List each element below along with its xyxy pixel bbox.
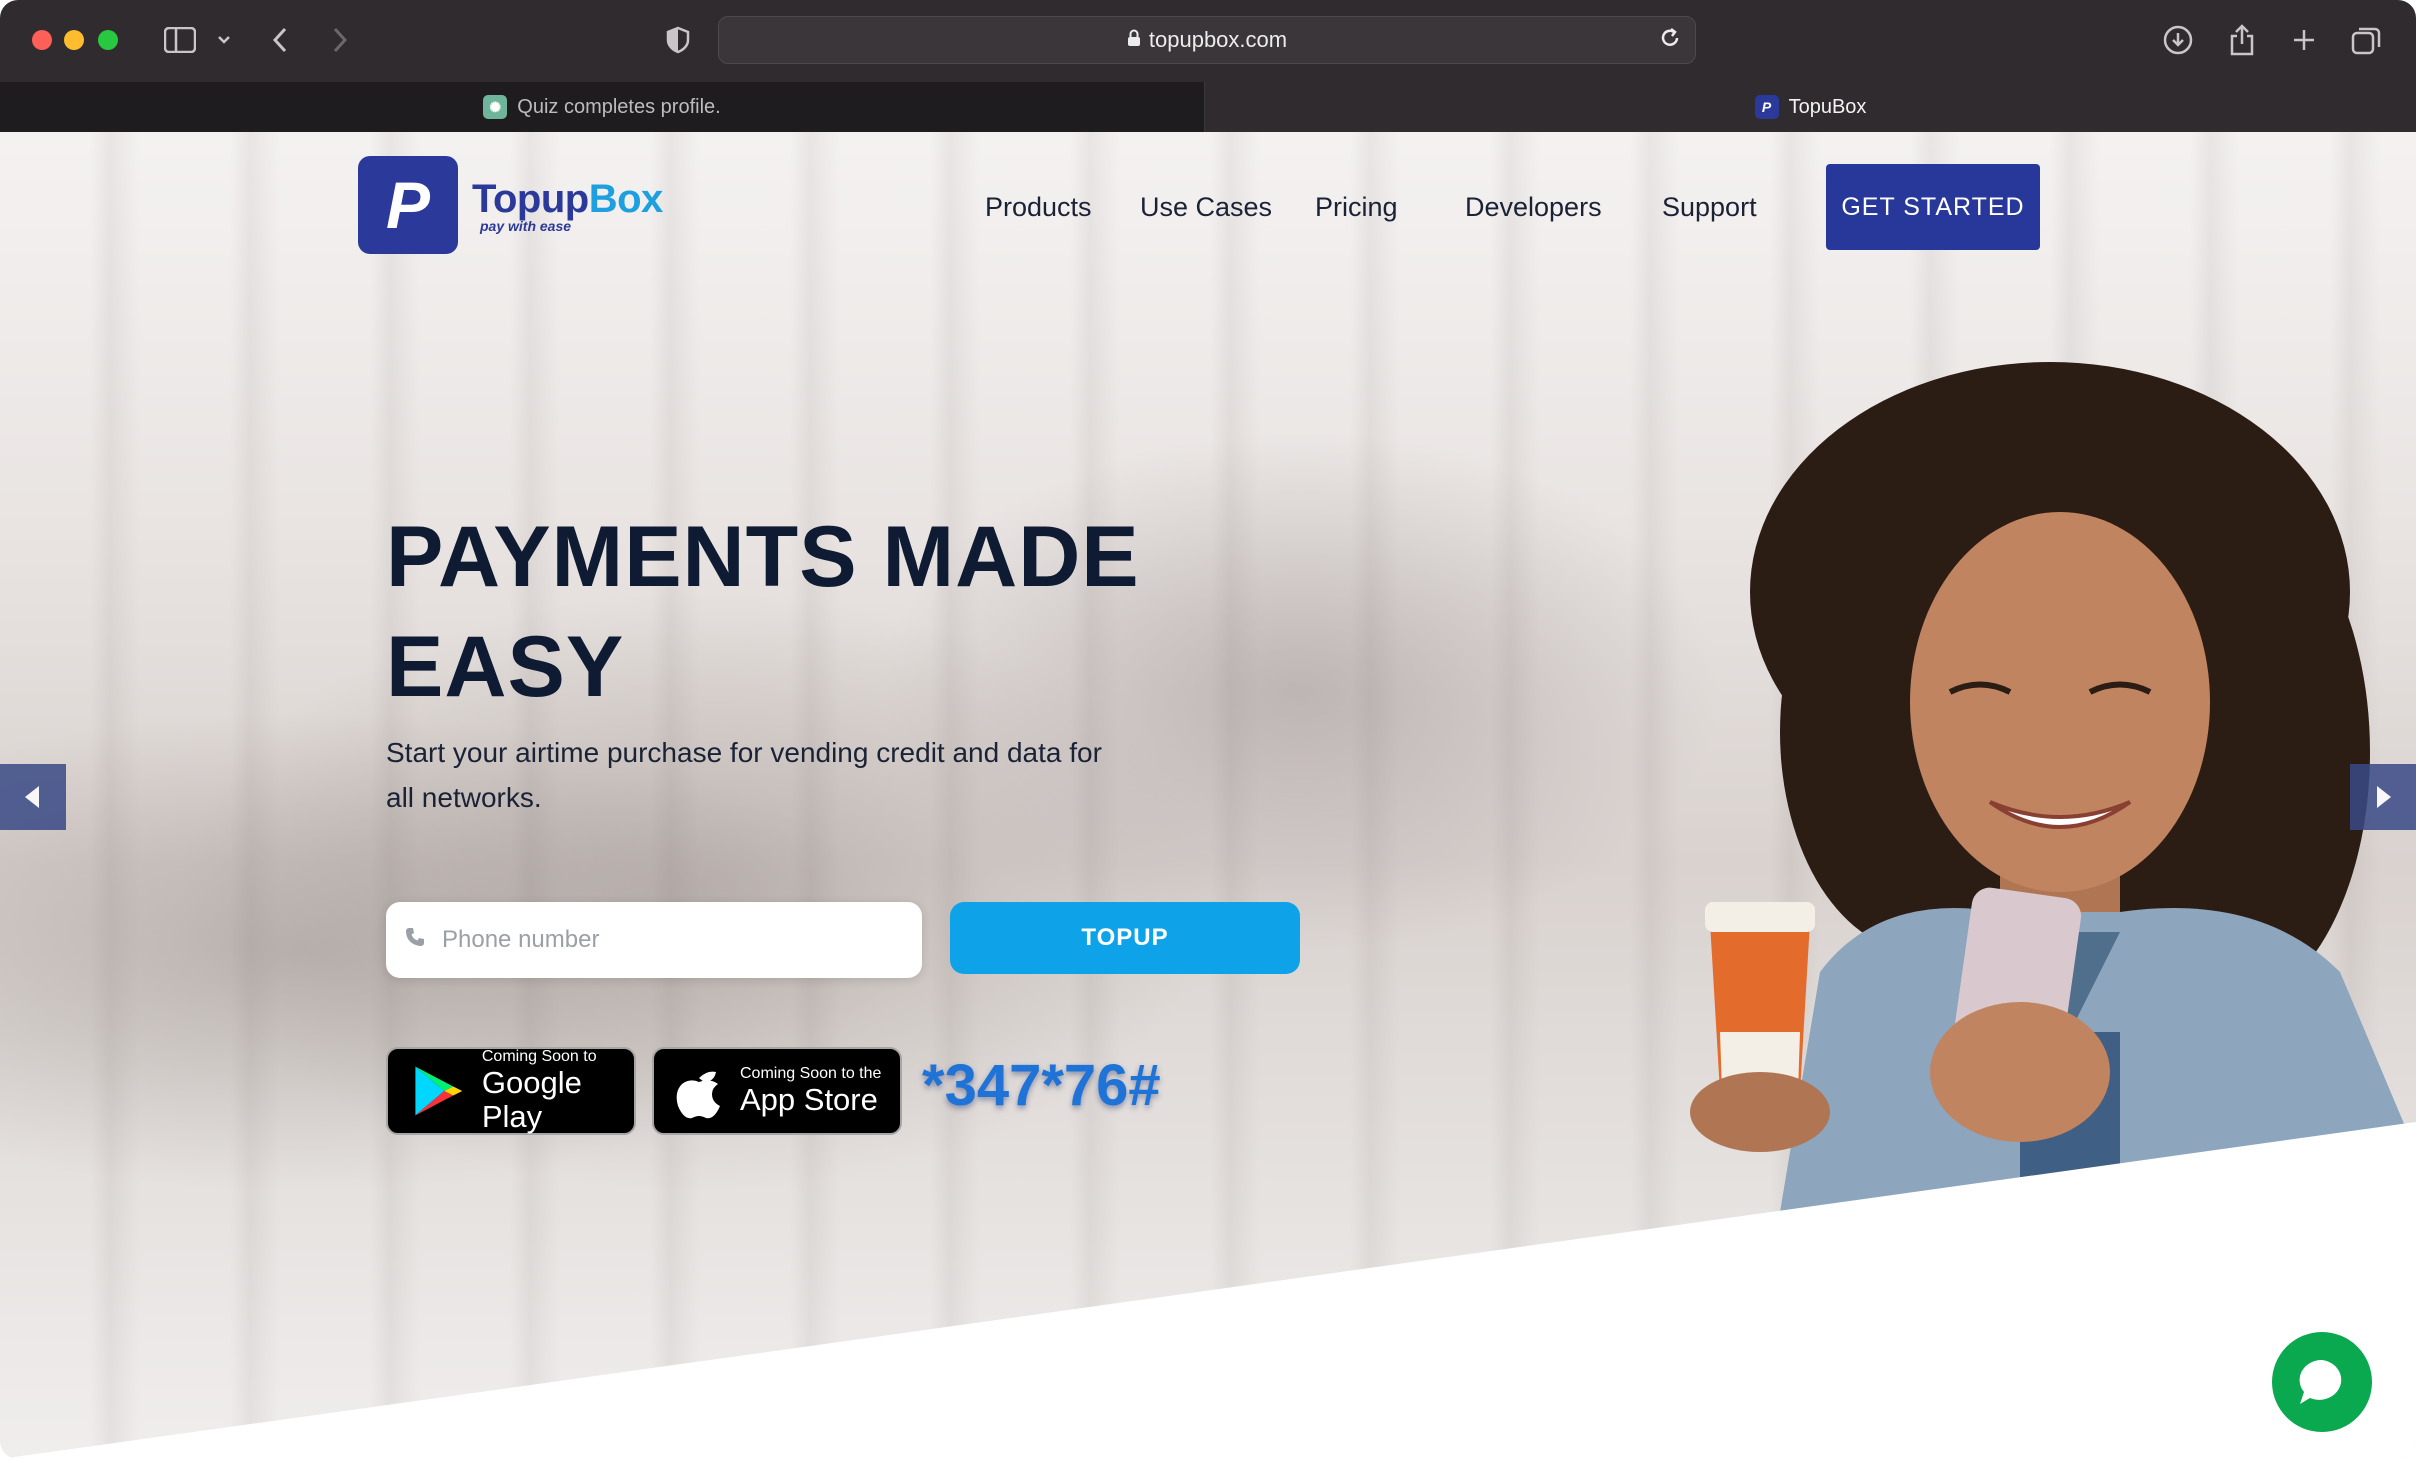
tab-label: Quiz completes profile. (517, 95, 721, 118)
phone-icon (404, 926, 426, 954)
chevron-down-icon[interactable] (212, 18, 236, 62)
nav-support[interactable]: Support (1662, 192, 1757, 223)
chat-bubble-icon (2299, 1359, 2342, 1404)
hero-subtitle: Start your airtime purchase for vending … (386, 737, 1102, 813)
chevron-right-icon (2377, 786, 2391, 808)
google-play-big-text: Google Play (481, 1065, 582, 1134)
lock-icon (1127, 27, 1141, 53)
webpage: P TopupBox pay with ease Products Use Ca… (0, 132, 2416, 1459)
hero-title-line2: EASY (386, 619, 625, 715)
nav-developers[interactable]: Developers (1465, 192, 1602, 223)
tab-topupbox[interactable]: P TopuBox (1205, 82, 2416, 132)
tab-strip: ✺ Quiz completes profile. P TopuBox (0, 82, 2416, 132)
nav-pricing[interactable]: Pricing (1315, 192, 1398, 223)
zoom-window-button[interactable] (98, 30, 118, 50)
chatgpt-icon: ✺ (483, 95, 508, 119)
nav-products[interactable]: Products (985, 192, 1092, 223)
google-play-badge[interactable]: Coming Soon to Google Play (386, 1047, 636, 1135)
site-logo[interactable]: P TopupBox pay with ease (358, 156, 663, 254)
minimize-window-button[interactable] (64, 30, 84, 50)
get-started-button[interactable]: GET STARTED (1826, 164, 2040, 250)
url-text: topupbox.com (1148, 27, 1288, 52)
logo-name: TopupBox (472, 176, 663, 221)
nav-use-cases[interactable]: Use Cases (1140, 192, 1272, 223)
sidebar-toggle-icon[interactable] (160, 18, 200, 62)
app-store-badge[interactable]: Coming Soon to the App Store (652, 1047, 902, 1135)
tab-label: TopuBox (1788, 95, 1867, 118)
chevron-left-icon (25, 786, 39, 808)
hero-title-line1: PAYMENTS MADE (386, 509, 1140, 605)
google-play-icon (415, 1066, 463, 1116)
app-store-small-text: Coming Soon to the (740, 1065, 882, 1082)
phone-input-wrapper (386, 902, 922, 978)
reload-icon[interactable] (1657, 25, 1683, 57)
downloads-icon[interactable] (2160, 18, 2196, 62)
slider-next-button[interactable] (2350, 764, 2416, 830)
browser-window: topupbox.com ✺ Quiz completes profile. P… (0, 0, 2416, 1459)
privacy-shield-icon[interactable] (660, 18, 696, 62)
tab-quiz[interactable]: ✺ Quiz completes profile. (0, 82, 1205, 132)
hero-bottom-wedge (0, 1122, 2416, 1459)
forward-icon[interactable] (322, 18, 358, 62)
ussd-code: *347*76# (922, 1053, 1161, 1118)
share-icon[interactable] (2224, 18, 2260, 62)
back-icon[interactable] (262, 18, 298, 62)
address-bar[interactable]: topupbox.com (718, 16, 1696, 64)
new-tab-icon[interactable] (2286, 18, 2322, 62)
slider-prev-button[interactable] (0, 764, 66, 830)
chat-widget-button[interactable] (2272, 1332, 2372, 1432)
app-store-big-text: App Store (740, 1082, 878, 1117)
close-window-button[interactable] (32, 30, 52, 50)
browser-titlebar: topupbox.com (0, 0, 2416, 82)
tab-overview-icon[interactable] (2348, 18, 2384, 62)
logo-mark-icon: P (358, 156, 458, 254)
hero-title: PAYMENTS MADE EASY (386, 502, 1186, 722)
topupbox-favicon: P (1754, 95, 1779, 119)
phone-number-input[interactable] (440, 925, 884, 955)
google-play-small-text: Coming Soon to (481, 1048, 597, 1065)
apple-icon (676, 1071, 720, 1119)
topup-button[interactable]: TOPUP (950, 902, 1300, 974)
